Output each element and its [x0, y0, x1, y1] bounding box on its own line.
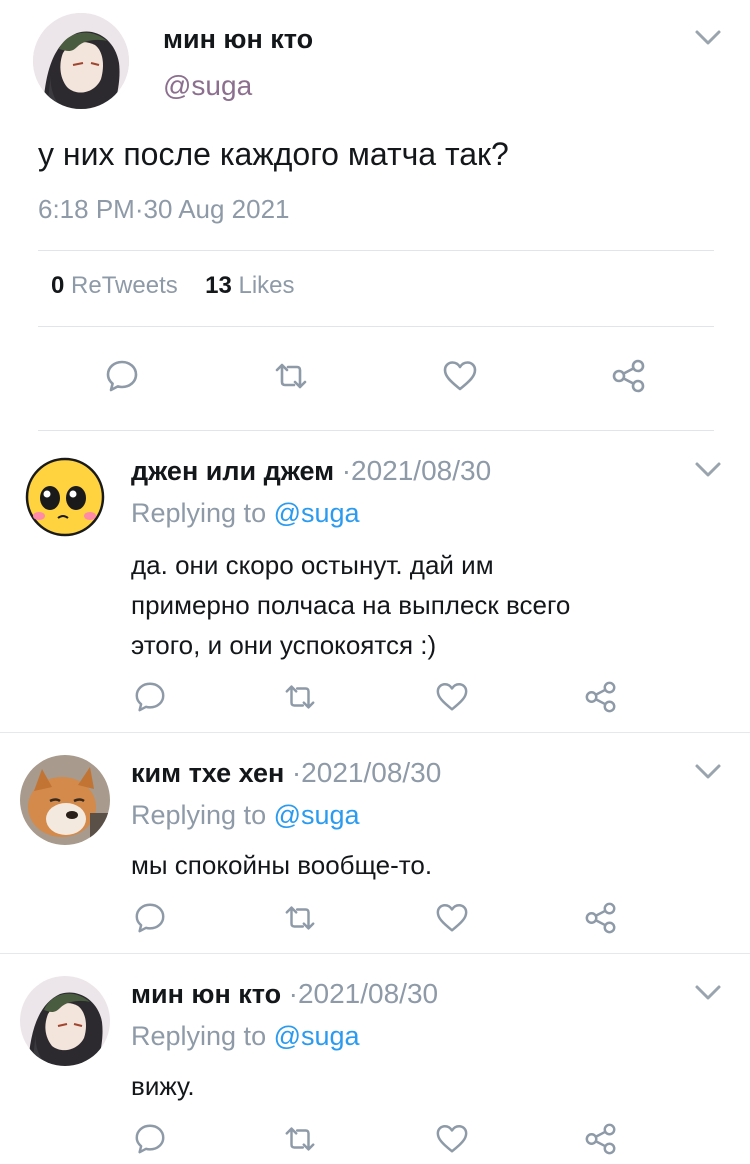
replying-to-label: Replying to — [131, 800, 274, 830]
reply-date: ·2021/08/30 — [291, 757, 442, 788]
reply-icon[interactable] — [133, 901, 167, 935]
retweets-label[interactable]: ReTweets — [71, 272, 178, 299]
main-display-name[interactable]: мин юн кто — [163, 24, 313, 55]
reply-text: мы спокойны вообще-то. — [131, 845, 711, 885]
reply-avatar[interactable] — [20, 755, 110, 845]
share-icon[interactable] — [584, 680, 618, 714]
reply-text: да. они скоро остынут. дай им примерно п… — [131, 545, 711, 665]
replying-to: Replying to @suga — [131, 1021, 360, 1052]
heart-icon[interactable] — [435, 680, 469, 714]
replying-to-handle[interactable]: @suga — [274, 800, 360, 830]
share-icon[interactable] — [584, 1122, 618, 1156]
reply-text-line: вижу. — [131, 1071, 195, 1101]
retweet-icon[interactable] — [283, 1122, 317, 1156]
heart-icon[interactable] — [442, 358, 478, 394]
replying-to-handle[interactable]: @suga — [274, 498, 360, 528]
replying-to: Replying to @suga — [131, 800, 360, 831]
main-handle[interactable]: @suga — [163, 70, 252, 102]
reply-display-name[interactable]: ким тхе хен — [131, 758, 284, 788]
likes-count: 13 — [205, 272, 232, 299]
retweet-icon[interactable] — [283, 680, 317, 714]
chevron-down-icon[interactable] — [694, 460, 722, 480]
main-tweet-text: у них после каждого матча так? — [38, 136, 509, 172]
reply-header: джен или джем ·2021/08/30 — [131, 455, 491, 487]
heart-icon[interactable] — [435, 1122, 469, 1156]
reply-text-line: да. они скоро остынут. дай им — [131, 550, 494, 580]
replying-to-handle[interactable]: @suga — [274, 1021, 360, 1051]
reply-header: мин юн кто ·2021/08/30 — [131, 978, 438, 1010]
divider — [38, 326, 714, 327]
retweets-count: 0 — [51, 272, 65, 299]
reply-icon[interactable] — [104, 358, 140, 394]
main-tweet-timestamp: 6:18 PM·30 Aug 2021 — [38, 194, 290, 224]
share-icon[interactable] — [584, 901, 618, 935]
reply-text-line: этого, и они успокоятся :) — [131, 630, 437, 660]
share-icon[interactable] — [611, 358, 647, 394]
separator — [0, 732, 750, 733]
chevron-down-icon[interactable] — [694, 762, 722, 782]
reply-text: вижу. — [131, 1066, 711, 1106]
likes-label[interactable]: Likes — [238, 272, 294, 299]
replying-to: Replying to @suga — [131, 498, 360, 529]
retweet-icon[interactable] — [273, 358, 309, 394]
separator — [0, 953, 750, 954]
reply-display-name[interactable]: мин юн кто — [131, 979, 281, 1009]
chevron-down-icon[interactable] — [694, 28, 722, 48]
reply-text-line: примерно полчаса на выплеск всего — [131, 590, 571, 620]
reply-icon[interactable] — [133, 680, 167, 714]
divider — [38, 430, 714, 431]
retweet-icon[interactable] — [283, 901, 317, 935]
reply-text-line: мы спокойны вообще-то. — [131, 850, 433, 880]
main-tweet-avatar[interactable] — [33, 13, 129, 109]
reply-header: ким тхе хен ·2021/08/30 — [131, 757, 441, 789]
chevron-down-icon[interactable] — [694, 983, 722, 1003]
reply-avatar[interactable] — [20, 976, 110, 1066]
reply-date: ·2021/08/30 — [341, 455, 492, 486]
replying-to-label: Replying to — [131, 498, 274, 528]
heart-icon[interactable] — [435, 901, 469, 935]
reply-display-name[interactable]: джен или джем — [131, 456, 334, 486]
replying-to-label: Replying to — [131, 1021, 274, 1051]
reply-avatar[interactable] — [20, 452, 110, 542]
divider — [38, 250, 714, 251]
reply-icon[interactable] — [133, 1122, 167, 1156]
tweet-stats: 0 ReTweets 13 Likes — [51, 272, 295, 300]
reply-date: ·2021/08/30 — [288, 978, 439, 1009]
